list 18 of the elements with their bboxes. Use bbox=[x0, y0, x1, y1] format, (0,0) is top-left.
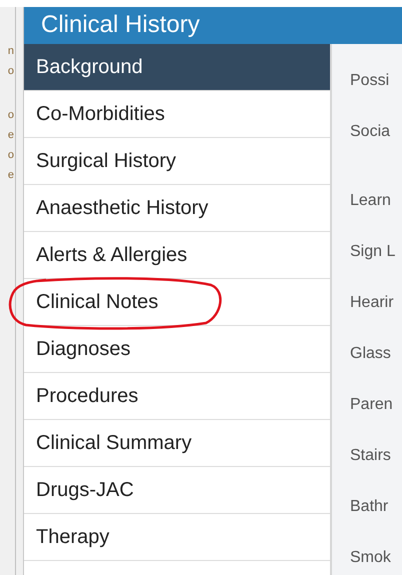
cut-off-text: e bbox=[6, 128, 14, 143]
field-label: Possi bbox=[350, 72, 390, 91]
field-label: Glass bbox=[350, 345, 392, 364]
panel-title: Clinical History bbox=[24, 7, 402, 44]
field-label: Hearir bbox=[350, 294, 395, 313]
field-label: Bathr bbox=[350, 498, 390, 517]
cut-off-text: n bbox=[6, 44, 14, 59]
cut-off-text: o bbox=[6, 148, 14, 163]
cut-off-text: o bbox=[6, 64, 14, 79]
cut-off-text: o bbox=[6, 108, 14, 123]
field-label: Stairs bbox=[350, 447, 392, 466]
field-label: Learn bbox=[350, 192, 392, 211]
field-label: Paren bbox=[350, 396, 394, 415]
cut-off-text: e bbox=[6, 168, 14, 183]
field-label: Sign L bbox=[350, 243, 396, 262]
sidebar-item[interactable]: Background bbox=[24, 44, 330, 91]
field-label: Smok bbox=[350, 549, 392, 568]
field-label: Socia bbox=[350, 123, 392, 142]
